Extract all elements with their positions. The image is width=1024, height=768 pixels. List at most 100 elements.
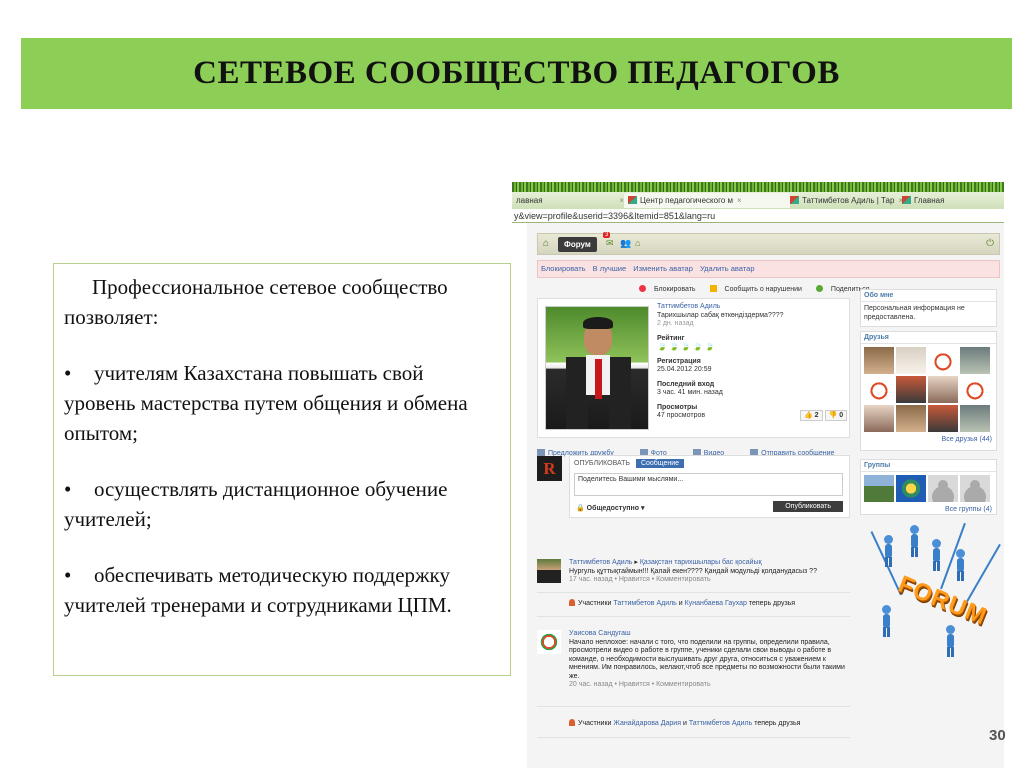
logout-icon[interactable]: ⏻ [986, 238, 994, 249]
feed-text: Начало неплохое: начали с того, что поде… [569, 638, 845, 680]
all-groups-link[interactable]: Все группы (4) [861, 505, 996, 516]
friend-avatar[interactable] [928, 376, 958, 403]
close-icon[interactable]: × [737, 196, 742, 205]
browser-tab[interactable]: Таттимбетов Адиль | Тар × [786, 193, 902, 208]
bullet-dot: • [64, 477, 72, 501]
author-avatar[interactable] [537, 559, 561, 583]
user-link[interactable]: Жанайдарова Дария [613, 720, 681, 727]
about-box: Обо мне Персональная информация не предо… [860, 289, 997, 327]
friend-avatar[interactable] [960, 376, 990, 403]
profile-actions-bar: Блокировать В лучшие Изменить аватар Уда… [537, 260, 1000, 278]
page-number: 30 [989, 727, 1006, 744]
browser-tab[interactable]: Центр педагогического м × [624, 193, 790, 208]
profile-page: ⌂ Форум ✉ 3 👥 ⌂ ⏻ Блокировать В лучшие И… [527, 223, 1004, 768]
feed-text: Нургуль құттықтаймын!!! Қалай екен???? Қ… [569, 567, 817, 575]
friend-avatar[interactable] [896, 347, 926, 374]
favorite-link[interactable]: В лучшие [593, 264, 627, 273]
report-row: Блокировать Сообщить о нарушении Поделит… [627, 285, 870, 293]
group-thumbnail[interactable] [864, 475, 894, 502]
report-button[interactable]: Сообщить о нарушении [704, 285, 802, 293]
all-friends-link[interactable]: Все друзья (44) [861, 435, 996, 446]
block-button[interactable]: Блокировать [633, 285, 696, 293]
change-avatar-link[interactable]: Изменить аватар [633, 264, 693, 273]
tab-label: Главная [914, 196, 945, 205]
feed-suffix: теперь друзья [748, 600, 796, 607]
friends-box: Друзья Все друзья (44) [860, 331, 997, 451]
add-friend-icon [537, 449, 545, 456]
delete-avatar-link[interactable]: Удалить аватар [700, 264, 755, 273]
tab-message[interactable]: Сообщение [635, 459, 685, 468]
forum-toolbar: ⌂ Форум ✉ 3 👥 ⌂ ⏻ [537, 232, 1000, 255]
bullet-item: • учителям Казахстана повышать свой урове… [64, 358, 500, 448]
about-header: Обо мне [861, 290, 996, 302]
groups-header: Группы [861, 460, 996, 472]
last-login-label: Последний вход [657, 380, 715, 388]
home-icon[interactable]: ⌂ [543, 238, 549, 249]
profile-status: Тарихшылар сабақ өткөндіздерма???? [657, 311, 784, 319]
friend-avatar[interactable] [896, 376, 926, 403]
bullet-text: учителям Казахстана повышать свой уровен… [64, 361, 468, 445]
feed-content: Таттимбетов Адиль ▸ Қазақстан тарихшылар… [569, 559, 847, 585]
friend-avatar[interactable] [864, 405, 894, 432]
warning-icon [709, 285, 717, 292]
friend-avatar[interactable] [896, 405, 926, 432]
inbox-icon[interactable]: ⌂ [635, 238, 640, 248]
feed-prefix: Участники [578, 720, 612, 727]
profile-name[interactable]: Таттимбетов Адиль [657, 303, 847, 312]
tab-publish[interactable]: ОПУБЛИКОВАТЬ [574, 460, 630, 467]
friend-avatar[interactable] [928, 405, 958, 432]
feed-suffix: теперь друзья [754, 720, 801, 727]
last-login-value: 3 час. 41 мин. назад [657, 389, 723, 396]
friend-avatar[interactable] [960, 405, 990, 432]
like-button[interactable]: 👍 2 [800, 410, 823, 421]
friend-avatar[interactable] [960, 347, 990, 374]
browser-tab[interactable]: лавная × [512, 193, 628, 208]
friends-header: Друзья [861, 332, 996, 344]
author-link[interactable]: Уаисова Сандугаш [569, 630, 847, 639]
profile-photo [545, 306, 649, 430]
user-link[interactable]: Кунанбаева Гаухар [685, 600, 747, 607]
bullet-text: осуществлять дистанционное обучение учит… [64, 477, 448, 531]
tab-forum[interactable]: Форум [558, 237, 597, 252]
divider [537, 592, 850, 593]
group-thumbnail[interactable] [896, 475, 926, 502]
privacy-select[interactable]: 🔒 Общедоступно ▾ [576, 504, 644, 512]
group-thumbnail[interactable] [960, 475, 990, 502]
friend-avatar[interactable] [928, 347, 958, 374]
registration-value: 25.04.2012 20:59 [657, 366, 712, 373]
author-avatar[interactable] [537, 630, 561, 654]
profile-info: Таттимбетов Адиль Тарихшылар сабақ өткөн… [657, 303, 847, 421]
share-icon [815, 285, 823, 292]
post-input[interactable]: Поделитесь Вашими мыслями... [574, 473, 843, 496]
post-tabs: ОПУБЛИКОВАТЬ Сообщение [574, 459, 685, 468]
status-time: 2 дн. назад [657, 320, 694, 327]
address-bar[interactable]: y&view=profile&userid=3396&Itemid=851&la… [512, 209, 1004, 223]
notifications-icon[interactable]: ✉ [606, 238, 614, 249]
site-favicon-icon [790, 196, 799, 204]
bullet-dot: • [64, 563, 72, 587]
block-link[interactable]: Блокировать [541, 264, 586, 273]
divider [537, 737, 850, 738]
privacy-label: Общедоступно [586, 505, 639, 512]
browser-tab[interactable]: Главная [898, 193, 1004, 208]
friend-avatar[interactable] [864, 376, 894, 403]
group-link[interactable]: Қазақстан тарихшылары бас қосайық [640, 559, 762, 566]
browser-tab-bar: лавная × Центр педагогического м × Таттимб… [512, 192, 1004, 209]
divider [537, 706, 850, 707]
bullet-text: обеспечивать методическую поддержку учит… [64, 563, 452, 617]
friends-icon[interactable]: 👥 [620, 238, 631, 249]
feed-content: Участники Жанайдарова Дария и Таттимбето… [569, 719, 847, 729]
bullet-item: • обеспечивать методическую поддержку учи… [64, 560, 500, 620]
user-link[interactable]: Таттимбетов Адиль [613, 600, 676, 607]
publish-button[interactable]: Опубликовать [773, 501, 843, 512]
friend-avatar[interactable] [864, 347, 894, 374]
user-link[interactable]: Таттимбетов Адиль [689, 720, 752, 727]
user-avatar: R [537, 456, 562, 481]
tab-label: лавная [516, 196, 543, 205]
group-thumbnail[interactable] [928, 475, 958, 502]
dislike-button[interactable]: 👎 0 [824, 410, 848, 421]
author-link[interactable]: Таттимбетов Адиль [569, 559, 632, 566]
feed-conj: и [682, 720, 687, 727]
grass-banner [512, 182, 1004, 192]
groups-grid [861, 472, 996, 505]
